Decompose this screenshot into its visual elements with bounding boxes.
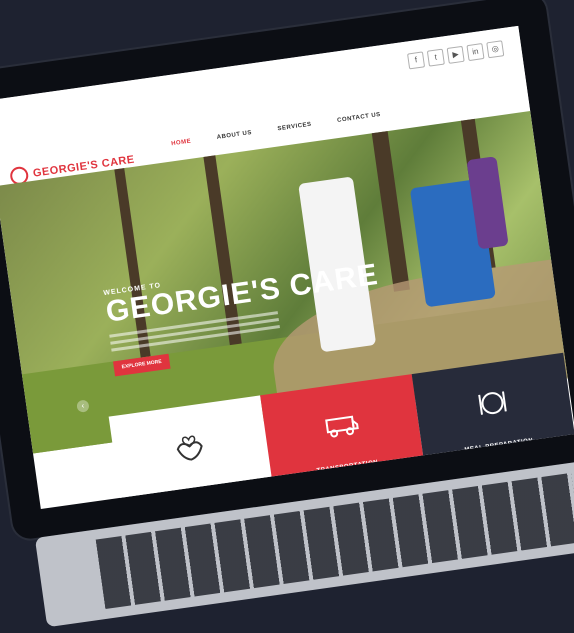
social-links: f t ▶ in ◎ — [407, 40, 505, 70]
nav-contact-us[interactable]: CONTACT US — [337, 112, 381, 124]
youtube-icon[interactable]: ▶ — [446, 45, 465, 64]
care-hands-icon — [176, 435, 203, 461]
service-label-care — [121, 481, 273, 502]
van-icon — [325, 415, 359, 438]
service-label-transportation: TRANSPORTATION — [316, 459, 379, 475]
nav-about-us[interactable]: ABOUT US — [216, 130, 252, 141]
tree-trunk — [371, 131, 410, 292]
twitter-icon[interactable]: t — [426, 48, 445, 67]
laptop: f t ▶ in ◎ HOME ABOUT US SERVICES CONTAC… — [0, 0, 574, 628]
meal-icon — [478, 391, 507, 415]
laptop-bezel: f t ▶ in ◎ HOME ABOUT US SERVICES CONTAC… — [0, 0, 574, 541]
service-card-meal-preparation[interactable]: MEAL PREPARATION — [411, 352, 574, 474]
service-card-care[interactable] — [108, 395, 275, 510]
website-screen: f t ▶ in ◎ HOME ABOUT US SERVICES CONTAC… — [0, 25, 574, 510]
linkedin-icon[interactable]: in — [466, 43, 485, 62]
instagram-icon[interactable]: ◎ — [486, 40, 505, 59]
nav-services[interactable]: SERVICES — [277, 122, 312, 133]
facebook-icon[interactable]: f — [407, 51, 426, 70]
service-label-meal-preparation: MEAL PREPARATION — [464, 437, 534, 454]
service-card-transportation[interactable]: TRANSPORTATION — [260, 374, 426, 495]
nav-home[interactable]: HOME — [171, 139, 192, 148]
